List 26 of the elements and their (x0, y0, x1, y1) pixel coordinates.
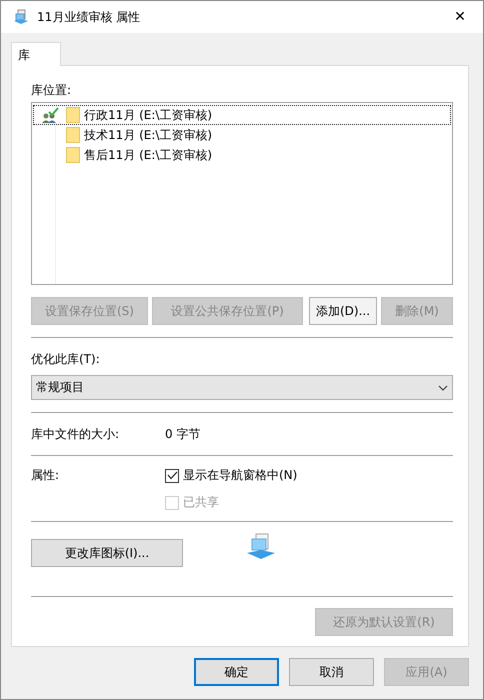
checkbox-label: 已共享 (183, 494, 219, 511)
location-button[interactable]: 添加(D)... (309, 297, 377, 325)
folder-icon (66, 127, 80, 143)
users-check-icon (41, 107, 59, 123)
size-value: 0 字节 (165, 426, 200, 443)
folder-icon (66, 107, 80, 123)
optimize-label: 优化此库(T): (31, 351, 101, 368)
location-item[interactable]: 行政11月 (E:\工资审核) (33, 105, 451, 125)
attributes-label: 属性: (31, 467, 60, 484)
location-item[interactable]: 技术11月 (E:\工资审核) (33, 125, 451, 145)
dialog-button[interactable]: 确定 (194, 658, 279, 686)
size-label: 库中文件的大小: (31, 426, 120, 443)
location-item[interactable]: 售后11月 (E:\工资审核) (33, 145, 451, 165)
checkbox-label: 显示在导航窗格中(N) (183, 467, 298, 484)
window-title: 11月业绩审核 属性 (37, 8, 142, 26)
checkbox[interactable] (165, 468, 179, 482)
library-icon (246, 533, 276, 561)
close-button[interactable]: ✕ (437, 9, 483, 25)
locations-label: 库位置: (31, 82, 72, 99)
library-icon (13, 9, 29, 25)
change-icon-button[interactable]: 更改库图标(I)... (31, 539, 183, 567)
folder-icon (66, 147, 80, 163)
dialog-button[interactable]: 取消 (289, 658, 374, 686)
optimize-dropdown[interactable]: 常规项目 (31, 375, 453, 400)
chevron-down-icon (438, 384, 448, 390)
tab[interactable]: 库 (11, 42, 61, 66)
